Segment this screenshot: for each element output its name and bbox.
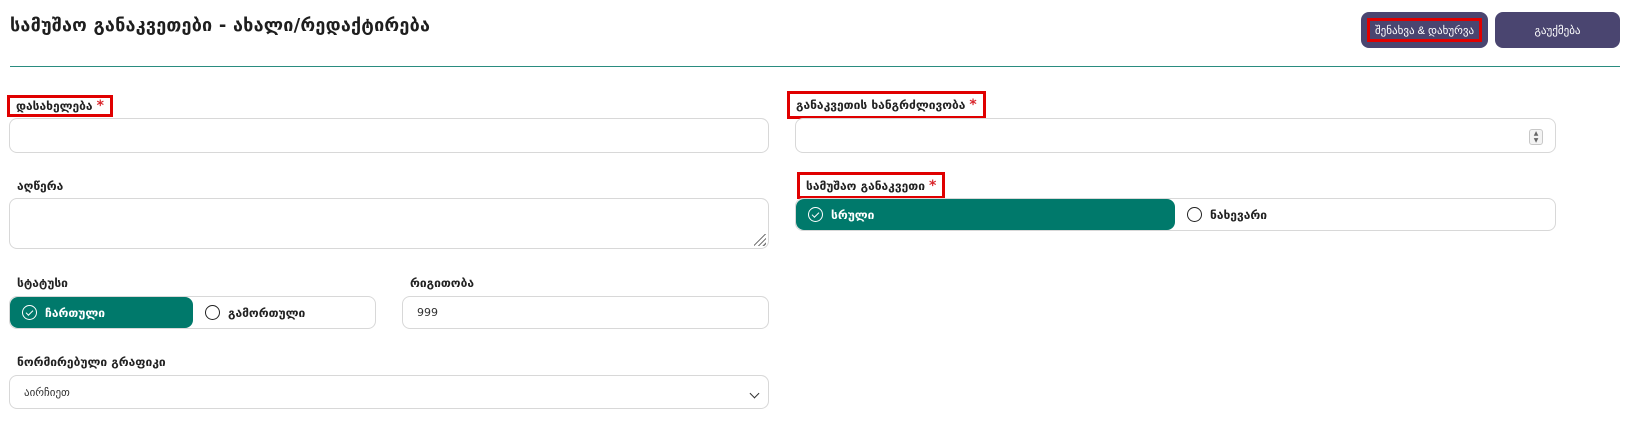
- duration-label: განაკვეთის ხანგრძლივობა *: [787, 91, 986, 119]
- description-textarea[interactable]: [9, 198, 769, 249]
- work-rate-option-full[interactable]: სრული: [796, 199, 1175, 230]
- save-close-button[interactable]: შენახვა & დახურვა: [1361, 12, 1488, 48]
- schedule-select[interactable]: აირჩიეთ: [9, 375, 769, 409]
- radio-circle-icon: [1187, 207, 1202, 222]
- header-divider: [10, 66, 1620, 67]
- description-label: აღწერა: [17, 179, 64, 193]
- check-circle-icon: [22, 305, 37, 320]
- required-mark: *: [969, 97, 977, 113]
- status-option-off[interactable]: გამორთული: [193, 297, 375, 328]
- number-spinner[interactable]: ▲ ▼: [1529, 129, 1543, 145]
- order-label: რიგითობა: [410, 276, 474, 290]
- schedule-label: ნორმირებული გრაფიკი: [17, 355, 166, 369]
- work-rate-option-half[interactable]: ნახევარი: [1175, 199, 1555, 230]
- duration-input[interactable]: ▲ ▼: [795, 118, 1556, 153]
- check-circle-icon: [808, 207, 823, 222]
- required-mark: *: [96, 98, 104, 114]
- radio-circle-icon: [205, 305, 220, 320]
- resize-handle[interactable]: [754, 234, 766, 246]
- highlight-box: [1367, 18, 1482, 42]
- work-rate-label: სამუშაო განაკვეთი *: [797, 172, 946, 199]
- name-label: დასახელება *: [7, 95, 113, 117]
- required-mark: *: [928, 177, 937, 194]
- status-option-on[interactable]: ჩართული: [10, 297, 193, 328]
- chevron-down-icon: [749, 388, 760, 399]
- work-rate-toggle: სრული ნახევარი: [795, 198, 1556, 231]
- name-input[interactable]: [9, 118, 769, 153]
- order-input[interactable]: 999: [402, 296, 769, 329]
- status-toggle: ჩართული გამორთული: [9, 296, 376, 329]
- page-title: სამუშაო განაკვეთები - ახალი/რედაქტირება: [10, 15, 431, 36]
- cancel-button[interactable]: გაუქმება: [1495, 12, 1620, 48]
- status-label: სტატუსი: [17, 276, 68, 290]
